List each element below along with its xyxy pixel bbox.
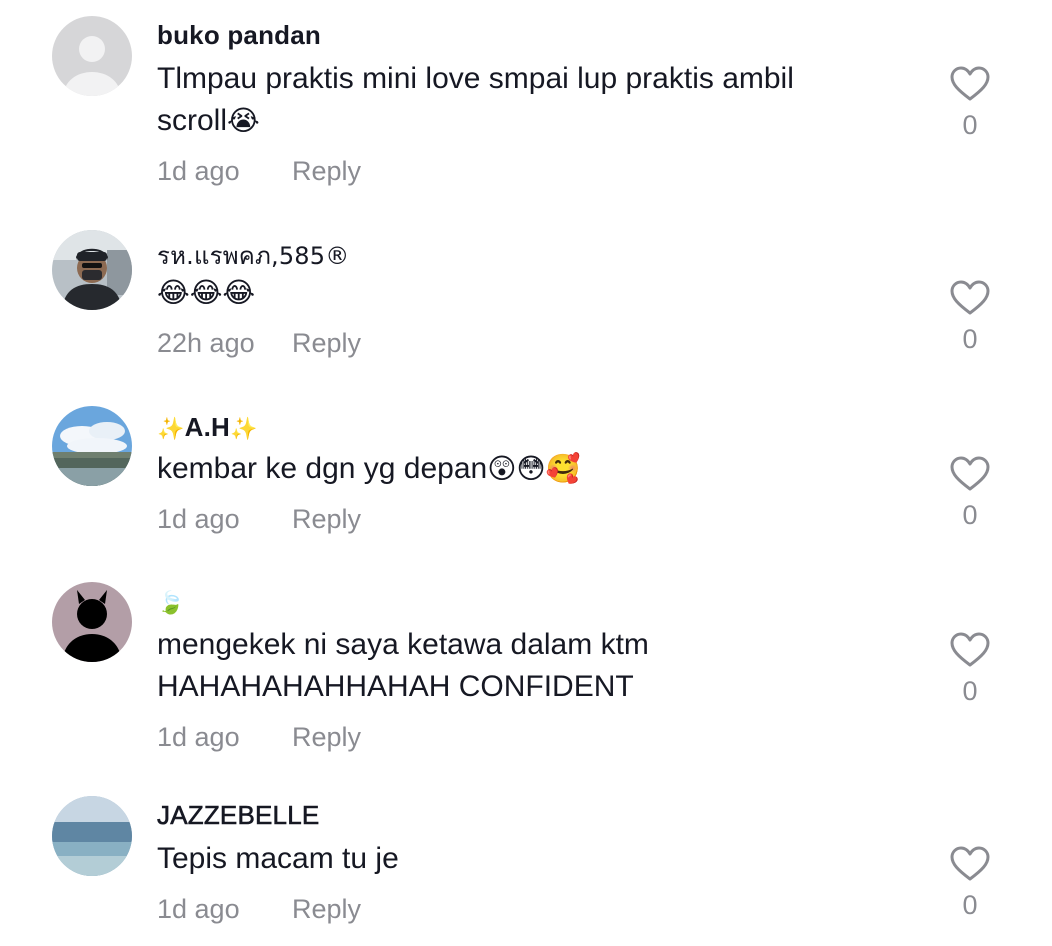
like-button[interactable]: 0	[945, 456, 995, 530]
surprised-emoji: 😲😳🥰	[487, 452, 581, 485]
heart-icon	[950, 846, 990, 881]
like-count: 0	[962, 500, 978, 530]
comment-text-line: Tlmpau praktis mini love smpai lup prakt…	[157, 62, 794, 95]
default-avatar-icon[interactable]	[52, 16, 132, 96]
sea-photo-avatar[interactable]	[52, 796, 132, 876]
like-count: 0	[962, 324, 978, 354]
comment-username[interactable]: ✨A.H✨	[157, 412, 258, 443]
comment-text-line: HAHAHAHAHHAHAH CONFIDENT	[157, 670, 634, 703]
comment-username[interactable]: 🍃	[157, 586, 185, 617]
comment-text-line: scroll	[157, 104, 228, 137]
comment-username[interactable]: รห.แรพคภ,585®	[157, 236, 349, 275]
heart-icon	[950, 66, 990, 101]
like-button[interactable]: 0	[945, 66, 995, 140]
sparkles-icon: ✨	[229, 417, 258, 442]
laughing-emoji: 😂😂😂	[157, 276, 256, 309]
comment-text: kembar ke dgn yg depan😲😳🥰	[157, 448, 917, 490]
like-count: 0	[962, 676, 978, 706]
reply-button[interactable]: Reply	[292, 894, 361, 925]
comment-meta: 1d ago Reply	[157, 894, 361, 925]
sky-photo-avatar[interactable]	[52, 406, 132, 486]
like-count: 0	[962, 110, 978, 140]
reply-button[interactable]: Reply	[292, 328, 361, 359]
like-button[interactable]: 0	[945, 632, 995, 706]
sparkles-icon: ✨	[157, 417, 185, 442]
comment-username[interactable]: buko pandan	[157, 20, 321, 51]
comment-text: Tepis macam tu je	[157, 838, 917, 880]
comment-text-line: kembar ke dgn yg depan	[157, 452, 488, 485]
comment-text: 😂😂😂	[157, 272, 917, 314]
reply-button[interactable]: Reply	[292, 722, 361, 753]
comment-username[interactable]: JAZZEBELLE	[157, 800, 320, 831]
like-count: 0	[962, 890, 978, 920]
heart-icon	[950, 280, 990, 315]
leaf-icon: 🍃	[157, 591, 185, 616]
comment-meta: 22h ago Reply	[157, 328, 361, 359]
comment-meta: 1d ago Reply	[157, 156, 361, 187]
comment-meta: 1d ago Reply	[157, 504, 361, 535]
crying-emoji: 😭	[227, 104, 260, 137]
devil-silhouette-avatar[interactable]	[52, 582, 132, 662]
comment-meta: 1d ago Reply	[157, 722, 361, 753]
comment-time: 1d ago	[157, 504, 240, 534]
reply-button[interactable]: Reply	[292, 156, 361, 187]
reply-button[interactable]: Reply	[292, 504, 361, 535]
like-button[interactable]: 0	[945, 280, 995, 354]
comment-time: 22h ago	[157, 328, 255, 358]
comment-username-text: A.H	[184, 412, 230, 442]
like-button[interactable]: 0	[945, 846, 995, 920]
comment-text: Tlmpau praktis mini love smpai lup prakt…	[157, 58, 917, 142]
comment-time: 1d ago	[157, 156, 240, 186]
heart-icon	[950, 632, 990, 667]
comment-time: 1d ago	[157, 894, 240, 924]
heart-icon	[950, 456, 990, 491]
comment-text: mengekek ni saya ketawa dalam ktm HAHAHA…	[157, 624, 917, 708]
comment-text-line: mengekek ni saya ketawa dalam ktm	[157, 628, 649, 661]
comment-time: 1d ago	[157, 722, 240, 752]
user-photo-avatar[interactable]	[52, 230, 132, 310]
comment-text-line: Tepis macam tu je	[157, 842, 399, 875]
